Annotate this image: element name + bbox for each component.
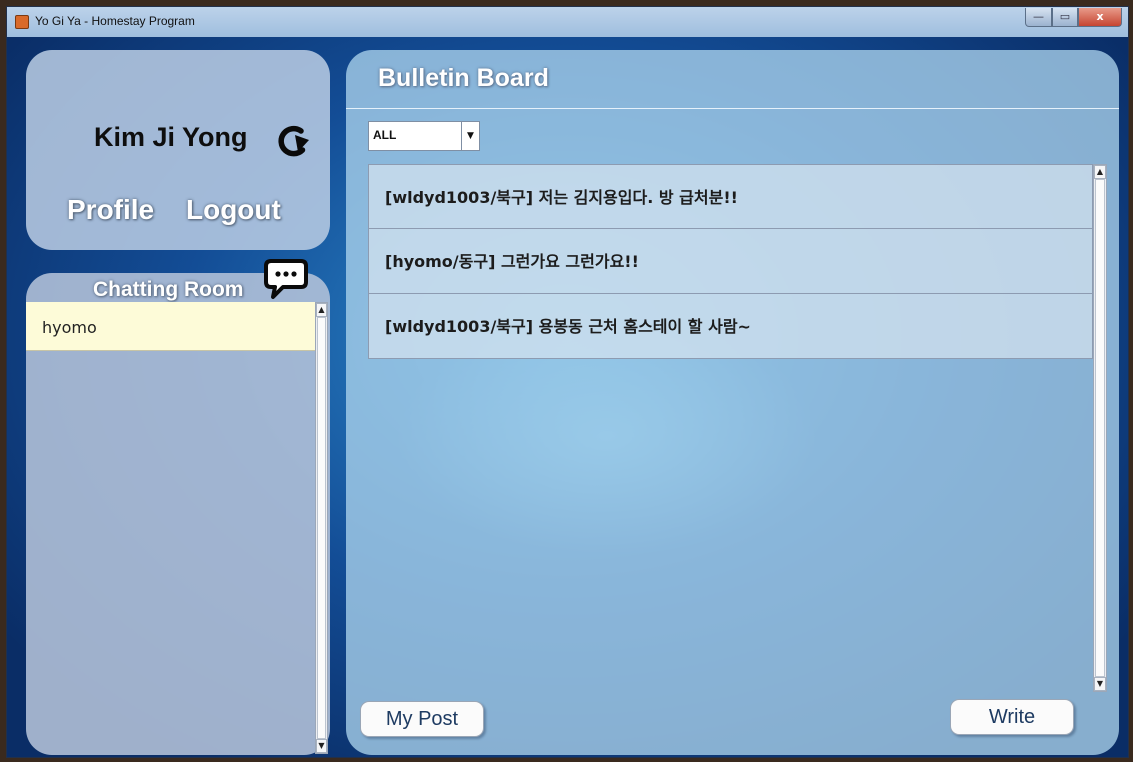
bulletin-board-panel: Bulletin Board ALL ▼ [wldyd1003/북구] 저는 김… bbox=[346, 50, 1119, 755]
post-item[interactable]: [wldyd1003/북구] 저는 김지용입다. 방 급처분!! bbox=[368, 164, 1093, 229]
logout-link[interactable]: Logout bbox=[186, 194, 281, 226]
maximize-button[interactable]: ▭ bbox=[1052, 8, 1078, 27]
chat-list-scrollbar[interactable]: ▲ ▼ bbox=[315, 302, 328, 754]
window-controls: — ▭ x bbox=[1025, 8, 1122, 28]
chat-room-list[interactable]: hyomo bbox=[26, 302, 316, 754]
chat-room-title: Chatting Room bbox=[93, 278, 244, 301]
profile-link[interactable]: Profile bbox=[67, 194, 154, 226]
refresh-icon[interactable] bbox=[271, 122, 315, 160]
board-title: Bulletin Board bbox=[378, 64, 549, 92]
chat-panel: Chatting Room hyomo ▲ ▼ bbox=[26, 259, 330, 755]
my-post-button[interactable]: My Post bbox=[360, 701, 484, 737]
post-item[interactable]: [wldyd1003/북구] 용봉동 근처 홈스테이 할 사람~ bbox=[368, 294, 1093, 359]
post-list[interactable]: [wldyd1003/북구] 저는 김지용입다. 방 급처분!! [hyomo/… bbox=[368, 164, 1093, 692]
scroll-thumb[interactable] bbox=[317, 317, 326, 739]
board-divider bbox=[346, 108, 1119, 109]
scroll-up-button[interactable]: ▲ bbox=[1094, 165, 1106, 179]
user-name: Kim Ji Yong bbox=[94, 122, 248, 152]
window-title: Yo Gi Ya - Homestay Program bbox=[35, 14, 195, 28]
minimize-button[interactable]: — bbox=[1025, 8, 1052, 27]
title-bar[interactable]: Yo Gi Ya - Homestay Program — ▭ x bbox=[7, 7, 1128, 38]
java-app-icon bbox=[15, 15, 29, 29]
app-window: Yo Gi Ya - Homestay Program — ▭ x Kim Ji… bbox=[6, 6, 1129, 758]
filter-selected-value: ALL bbox=[373, 128, 397, 142]
scroll-thumb[interactable] bbox=[1095, 179, 1105, 677]
chat-room-item[interactable]: hyomo bbox=[26, 302, 315, 351]
scroll-down-button[interactable]: ▼ bbox=[1094, 677, 1106, 691]
profile-panel: Kim Ji Yong Profile Logout bbox=[26, 50, 330, 250]
close-button[interactable]: x bbox=[1078, 8, 1122, 27]
region-filter-select[interactable]: ALL ▼ bbox=[368, 121, 480, 151]
scroll-down-button[interactable]: ▼ bbox=[316, 739, 327, 753]
post-list-scrollbar[interactable]: ▲ ▼ bbox=[1093, 164, 1107, 692]
chat-bubble-icon[interactable] bbox=[263, 258, 309, 300]
main-content: Kim Ji Yong Profile Logout Chatting Room… bbox=[7, 37, 1128, 757]
write-button[interactable]: Write bbox=[950, 699, 1074, 735]
post-item[interactable]: [hyomo/동구] 그런가요 그런가요!! bbox=[368, 229, 1093, 294]
scroll-up-button[interactable]: ▲ bbox=[316, 303, 327, 317]
dropdown-arrow-icon[interactable]: ▼ bbox=[461, 122, 479, 150]
